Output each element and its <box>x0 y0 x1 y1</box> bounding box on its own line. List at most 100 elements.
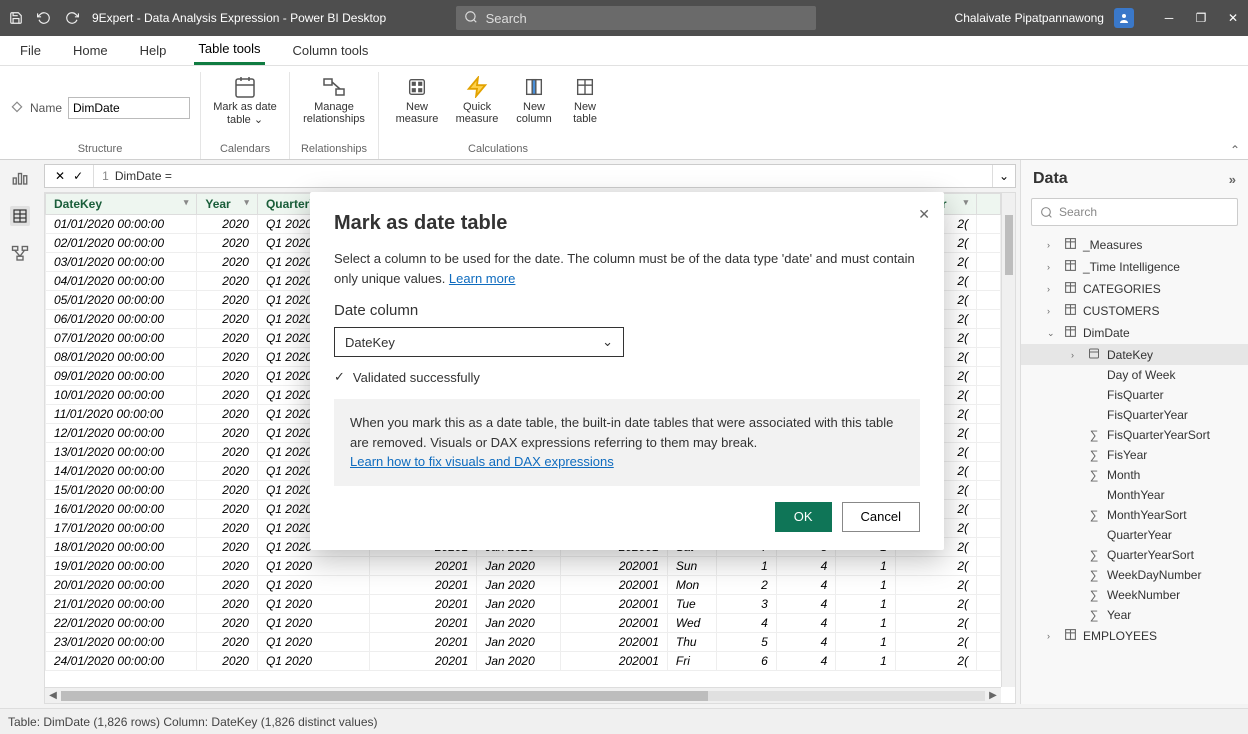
cell[interactable]: 202001 <box>560 595 667 614</box>
cell[interactable]: 17/01/2020 00:00:00 <box>46 519 197 538</box>
cell[interactable]: 2020 <box>197 557 258 576</box>
cell[interactable]: 05/01/2020 00:00:00 <box>46 291 197 310</box>
cell[interactable]: 4 <box>776 595 836 614</box>
cell[interactable]: 20201 <box>370 633 477 652</box>
cell[interactable]: 2020 <box>197 443 258 462</box>
cell[interactable]: 03/01/2020 00:00:00 <box>46 253 197 272</box>
titlebar-search[interactable]: Search <box>456 6 816 30</box>
cell[interactable]: 15/01/2020 00:00:00 <box>46 481 197 500</box>
cell[interactable] <box>977 652 1001 671</box>
cell[interactable]: 4 <box>776 652 836 671</box>
cell[interactable]: 2020 <box>197 329 258 348</box>
table-row[interactable]: 22/01/2020 00:00:002020Q1 202020201Jan 2… <box>46 614 1001 633</box>
cell[interactable]: 2020 <box>197 500 258 519</box>
field-month[interactable]: ∑Month <box>1021 465 1248 485</box>
cell[interactable] <box>977 234 1001 253</box>
cell[interactable]: 2( <box>895 595 976 614</box>
cell[interactable] <box>977 576 1001 595</box>
table-row[interactable]: 20/01/2020 00:00:002020Q1 202020201Jan 2… <box>46 576 1001 595</box>
cell[interactable]: 2020 <box>197 633 258 652</box>
cell[interactable]: 4 <box>776 633 836 652</box>
cell[interactable]: 1 <box>836 633 896 652</box>
cell[interactable]: 4 <box>776 576 836 595</box>
new-measure-button[interactable]: New measure <box>389 73 445 143</box>
cell[interactable]: Q1 2020 <box>257 576 369 595</box>
cell[interactable]: 2020 <box>197 481 258 500</box>
cell[interactable]: 2( <box>895 576 976 595</box>
cell[interactable]: 20201 <box>370 557 477 576</box>
cell[interactable]: 2020 <box>197 386 258 405</box>
column-header[interactable]: DateKey▾ <box>46 194 197 215</box>
table-row[interactable]: 21/01/2020 00:00:002020Q1 202020201Jan 2… <box>46 595 1001 614</box>
cell[interactable]: 2020 <box>197 614 258 633</box>
field-fisquarteryearsort[interactable]: ∑FisQuarterYearSort <box>1021 425 1248 445</box>
cell[interactable]: 20201 <box>370 576 477 595</box>
cell[interactable]: Q1 2020 <box>257 557 369 576</box>
cell[interactable] <box>977 253 1001 272</box>
data-pane-expand-icon[interactable]: » <box>1229 172 1236 187</box>
cell[interactable]: 12/01/2020 00:00:00 <box>46 424 197 443</box>
field-weeknumber[interactable]: ∑WeekNumber <box>1021 585 1248 605</box>
scroll-left-icon[interactable]: ◀ <box>45 690 61 701</box>
cell[interactable] <box>977 633 1001 652</box>
field-datekey[interactable]: ›DateKey <box>1021 344 1248 365</box>
cell[interactable] <box>977 538 1001 557</box>
cell[interactable]: 07/01/2020 00:00:00 <box>46 329 197 348</box>
collapse-ribbon-icon[interactable]: ⌃ <box>1230 143 1240 157</box>
table-row[interactable]: 23/01/2020 00:00:002020Q1 202020201Jan 2… <box>46 633 1001 652</box>
column-header[interactable] <box>977 194 1001 215</box>
cell[interactable] <box>977 310 1001 329</box>
cell[interactable]: Sun <box>667 557 716 576</box>
cell[interactable]: Jan 2020 <box>477 557 560 576</box>
cell[interactable]: 2020 <box>197 424 258 443</box>
cell[interactable] <box>977 443 1001 462</box>
cell[interactable]: 21/01/2020 00:00:00 <box>46 595 197 614</box>
cell[interactable]: 202001 <box>560 557 667 576</box>
cell[interactable]: Q1 2020 <box>257 614 369 633</box>
cell[interactable]: Tue <box>667 595 716 614</box>
cell[interactable] <box>977 348 1001 367</box>
cell[interactable]: 2020 <box>197 234 258 253</box>
formula-commit-icon[interactable]: ✓ <box>73 169 83 183</box>
cell[interactable]: 2020 <box>197 367 258 386</box>
cell[interactable]: 2020 <box>197 291 258 310</box>
cell[interactable] <box>977 405 1001 424</box>
cell[interactable]: 202001 <box>560 614 667 633</box>
undo-icon[interactable] <box>36 10 52 26</box>
formula-text[interactable]: 1DimDate = <box>94 169 180 183</box>
cell[interactable]: 2020 <box>197 538 258 557</box>
table-node-_time intelligence[interactable]: ›_Time Intelligence <box>1021 256 1248 278</box>
cell[interactable]: 10/01/2020 00:00:00 <box>46 386 197 405</box>
cell[interactable]: 6 <box>717 652 777 671</box>
field-monthyear[interactable]: MonthYear <box>1021 485 1248 505</box>
cell[interactable] <box>977 367 1001 386</box>
cell[interactable]: Jan 2020 <box>477 652 560 671</box>
minimize-icon[interactable]: ─ <box>1162 11 1176 25</box>
cell[interactable] <box>977 272 1001 291</box>
cell[interactable]: 20/01/2020 00:00:00 <box>46 576 197 595</box>
cell[interactable]: 2020 <box>197 576 258 595</box>
user-avatar[interactable] <box>1114 8 1134 28</box>
cell[interactable]: 1 <box>836 557 896 576</box>
vertical-scrollbar[interactable] <box>1001 193 1015 687</box>
cell[interactable]: 06/01/2020 00:00:00 <box>46 310 197 329</box>
field-year[interactable]: ∑Year <box>1021 605 1248 625</box>
cell[interactable]: 2020 <box>197 519 258 538</box>
cell[interactable]: 2020 <box>197 253 258 272</box>
cell[interactable]: Fri <box>667 652 716 671</box>
cell[interactable]: 19/01/2020 00:00:00 <box>46 557 197 576</box>
cell[interactable]: Q1 2020 <box>257 595 369 614</box>
cell[interactable]: 2( <box>895 557 976 576</box>
cell[interactable] <box>977 329 1001 348</box>
cell[interactable]: Mon <box>667 576 716 595</box>
close-icon[interactable]: ✕ <box>1226 11 1240 25</box>
cell[interactable]: Q1 2020 <box>257 652 369 671</box>
scroll-right-icon[interactable]: ▶ <box>985 690 1001 701</box>
cell[interactable]: Thu <box>667 633 716 652</box>
date-column-combobox[interactable]: DateKey ⌄ <box>334 327 624 357</box>
cell[interactable] <box>977 386 1001 405</box>
cell[interactable] <box>977 424 1001 443</box>
new-column-button[interactable]: New column <box>509 73 559 143</box>
cell[interactable]: 20201 <box>370 595 477 614</box>
cell[interactable]: 23/01/2020 00:00:00 <box>46 633 197 652</box>
